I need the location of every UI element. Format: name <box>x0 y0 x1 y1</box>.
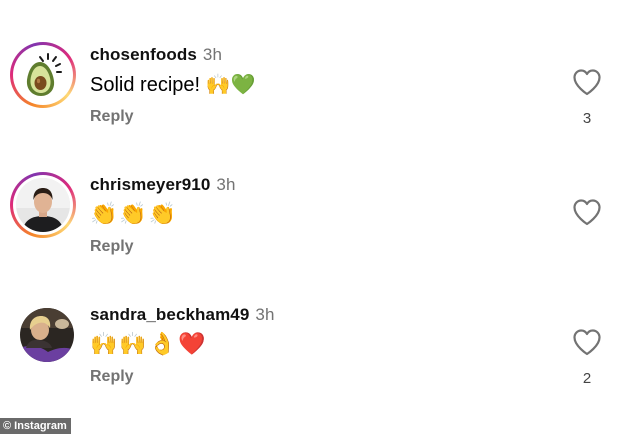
heart-outline-icon[interactable] <box>572 68 602 96</box>
reply-button[interactable]: Reply <box>90 368 134 386</box>
avatar[interactable] <box>20 308 74 362</box>
comment-username-line: sandra_beckham49 3h <box>90 305 275 325</box>
reply-button[interactable]: Reply <box>90 108 134 126</box>
avocado-logo-icon <box>16 48 70 102</box>
comment-item: sandra_beckham49 3h 🙌🙌👌❤️ Reply 2 <box>0 302 634 412</box>
avatar[interactable] <box>10 172 76 238</box>
like-count: 3 <box>582 110 592 127</box>
comment-timestamp: 3h <box>202 45 222 64</box>
like-count: 2 <box>582 370 592 387</box>
comment-item: chosenfoods 3h Solid recipe! 🙌💚 Reply 3 <box>0 42 634 152</box>
instagram-watermark: © Instagram <box>0 418 71 434</box>
comment-text: 👏👏👏 <box>90 202 179 227</box>
heart-outline-icon[interactable] <box>572 198 602 226</box>
comment-username-line: chrismeyer910 3h <box>90 175 236 195</box>
reply-button[interactable]: Reply <box>90 238 134 256</box>
comment-username[interactable]: chrismeyer910 <box>90 175 210 194</box>
comment-username[interactable]: chosenfoods <box>90 45 197 64</box>
profile-photo <box>16 178 70 232</box>
comment-text: 🙌🙌👌❤️ <box>90 332 208 357</box>
avatar[interactable] <box>10 42 76 108</box>
comment-timestamp: 3h <box>216 175 236 194</box>
heart-outline-icon[interactable] <box>572 328 602 356</box>
comment-text: Solid recipe! 🙌💚 <box>90 74 256 96</box>
comment-username[interactable]: sandra_beckham49 <box>90 305 249 324</box>
comment-item: chrismeyer910 3h 👏👏👏 Reply <box>0 172 634 282</box>
comment-timestamp: 3h <box>255 305 275 324</box>
comment-username-line: chosenfoods 3h <box>90 45 222 65</box>
